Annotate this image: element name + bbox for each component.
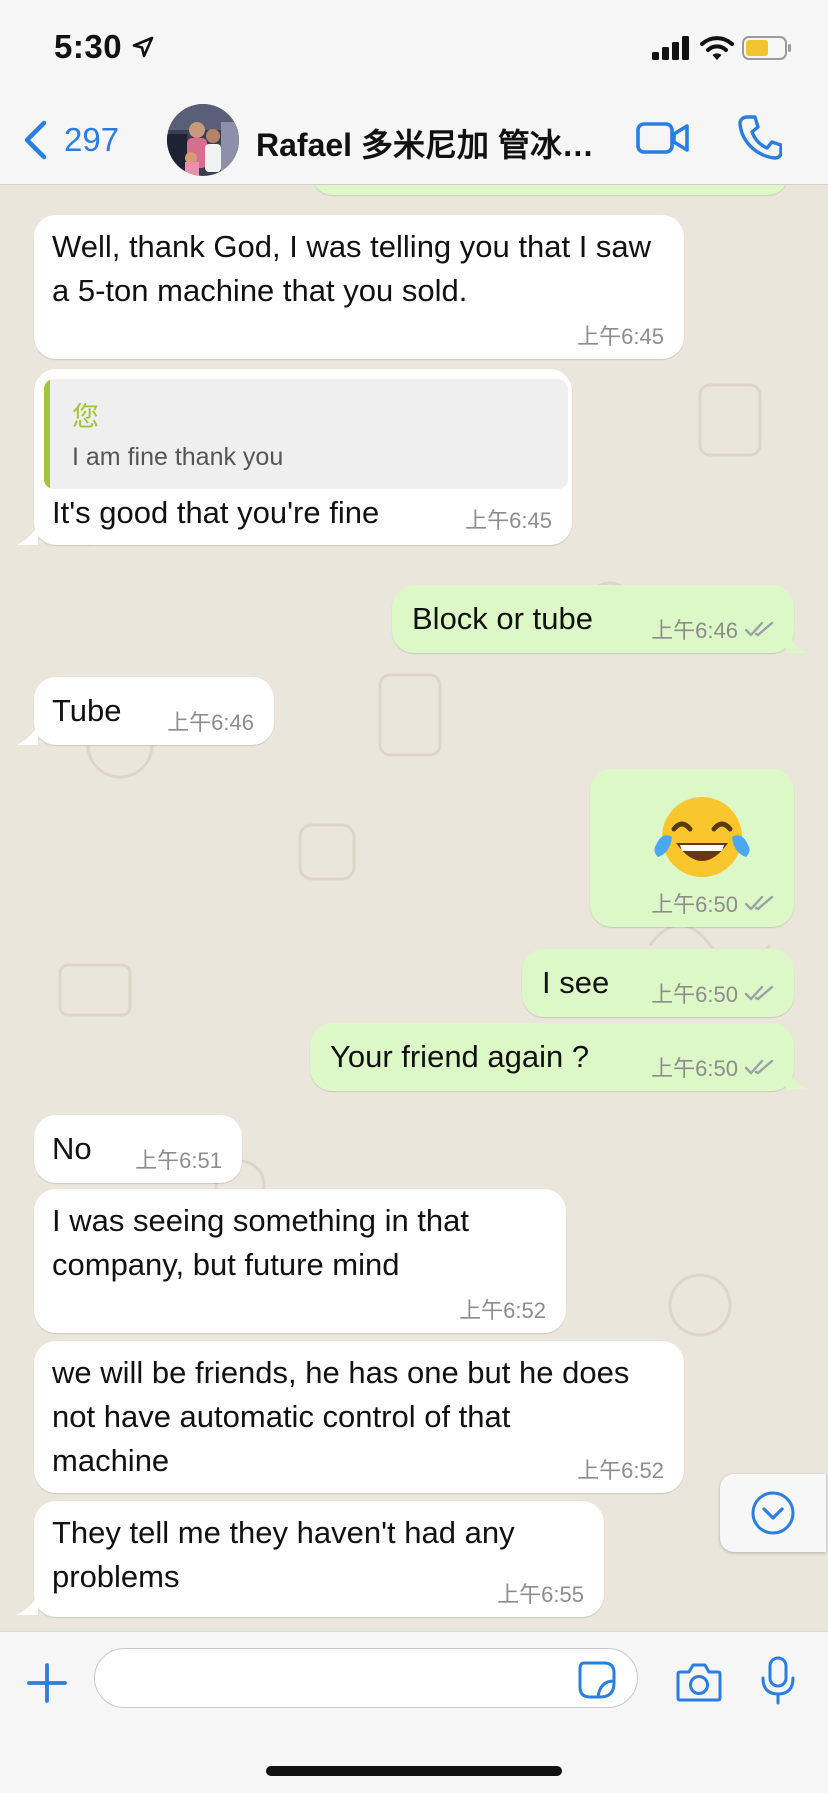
microphone-icon[interactable]	[760, 1656, 796, 1706]
previous-outgoing-bubble	[312, 185, 788, 195]
message-status: 上午6:50	[651, 977, 776, 1009]
video-call-icon[interactable]	[636, 118, 690, 158]
bubble-tail	[786, 1069, 808, 1089]
message-time: 上午6:52	[577, 1458, 664, 1483]
bubble-tail	[16, 525, 38, 545]
reply-message-bubble[interactable]: 您 I am fine thank you It's good that you…	[34, 369, 572, 545]
quote-author: 您	[72, 402, 99, 432]
emoji-message-bubble[interactable]: 上午6:50	[590, 769, 794, 927]
message-text: Block or tube	[412, 601, 593, 636]
message-text: I was seeing something in that company, …	[52, 1203, 470, 1282]
message-text: Well, thank God, I was telling you that …	[52, 229, 652, 308]
message-time: 上午6:51	[135, 1148, 222, 1173]
back-button[interactable]: 297	[22, 116, 119, 164]
message-time: 上午6:45	[577, 324, 664, 349]
message-bubble[interactable]: No 上午6:51	[34, 1115, 242, 1183]
message-text: No	[52, 1131, 92, 1166]
avatar[interactable]	[167, 104, 239, 176]
message-bubble[interactable]: Block or tube 上午6:46	[392, 585, 794, 653]
quote-accent-bar	[44, 379, 50, 489]
cellular-signal-icon	[652, 36, 689, 60]
bubble-tail	[16, 725, 38, 745]
message-status: 上午6:46	[651, 613, 776, 645]
message-status: 上午6:50	[651, 1051, 776, 1083]
message-bubble[interactable]: Well, thank God, I was telling you that …	[34, 215, 684, 359]
message-time: 上午6:45	[465, 508, 552, 533]
message-status: 上午6:50	[651, 887, 776, 919]
scroll-to-bottom-button[interactable]	[720, 1474, 826, 1552]
double-check-icon	[744, 621, 774, 637]
camera-icon[interactable]	[676, 1662, 722, 1702]
phone-call-icon[interactable]	[738, 114, 782, 160]
message-text: I see	[542, 965, 610, 1000]
double-check-icon	[744, 1059, 774, 1075]
message-input[interactable]	[94, 1648, 638, 1708]
wifi-icon	[700, 36, 734, 60]
message-time: 上午6:46	[167, 710, 254, 735]
bubble-tail	[16, 1595, 38, 1615]
home-indicator[interactable]	[266, 1766, 562, 1776]
contact-name[interactable]: Rafael 多米尼加 管冰…	[256, 120, 606, 166]
message-bubble[interactable]: we will be friends, he has one but he do…	[34, 1341, 684, 1493]
message-text: Your friend again ?	[330, 1039, 590, 1074]
quote-text: I am fine thank you	[72, 443, 284, 471]
message-bubble[interactable]: I see 上午6:50	[522, 949, 794, 1017]
status-bar: 5:30	[0, 0, 828, 96]
plus-icon[interactable]	[26, 1662, 68, 1704]
message-text: we will be friends, he has one but he do…	[52, 1355, 630, 1478]
message-time: 上午6:55	[497, 1582, 584, 1607]
message-text: Tube	[52, 693, 122, 728]
avatar-photo	[167, 104, 239, 176]
message-text: It's good that you're fine	[52, 495, 380, 530]
unread-count: 297	[64, 121, 120, 158]
battery-low-icon	[742, 36, 791, 60]
double-check-icon	[744, 985, 774, 1001]
message-bubble[interactable]: Tube 上午6:46	[34, 677, 274, 745]
message-bubble[interactable]: They tell me they haven't had any proble…	[34, 1501, 604, 1617]
bubble-tail	[786, 633, 808, 653]
sticker-icon[interactable]	[578, 1661, 616, 1699]
message-bubble[interactable]: Your friend again ? 上午6:50	[310, 1023, 794, 1091]
face-with-tears-of-joy-icon	[654, 797, 750, 877]
location-arrow-icon	[132, 36, 154, 58]
double-check-icon	[744, 895, 774, 911]
chevron-left-icon	[24, 120, 47, 160]
quoted-message[interactable]: 您 I am fine thank you	[44, 379, 568, 489]
message-time: 上午6:52	[459, 1298, 546, 1323]
message-bubble[interactable]: I was seeing something in that company, …	[34, 1189, 566, 1333]
status-time: 5:30	[54, 28, 123, 65]
chat-area[interactable]: Well, thank God, I was telling you that …	[0, 185, 828, 1631]
chevron-down-circle-icon	[751, 1491, 795, 1535]
composer-bar	[0, 1631, 828, 1793]
chat-header: 297 Rafael 多米尼加 管冰…	[0, 96, 828, 185]
